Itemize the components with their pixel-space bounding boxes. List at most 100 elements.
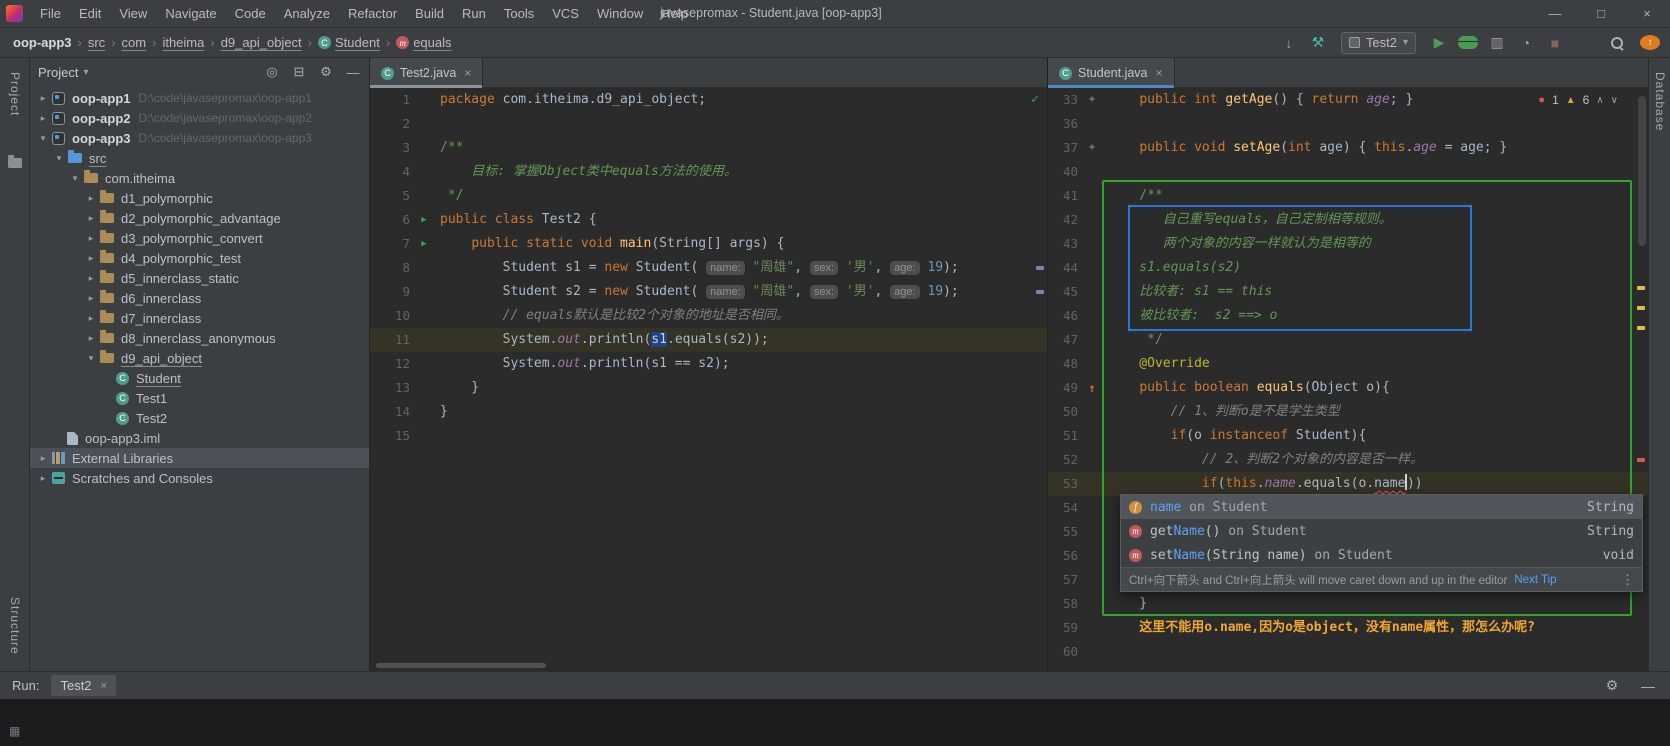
error-stripe-mark[interactable] xyxy=(1637,326,1645,330)
line-number[interactable]: 5 xyxy=(370,184,416,208)
maximize-button[interactable]: □ xyxy=(1578,0,1624,27)
search-everywhere-icon[interactable] xyxy=(1609,35,1629,51)
tree-chevron-icon[interactable]: ▸ xyxy=(36,93,50,104)
line-number[interactable]: 53 xyxy=(1048,472,1084,496)
line-number[interactable]: 41 xyxy=(1048,184,1084,208)
code-line[interactable]: 53 if(this.name.equals(o.name)) xyxy=(1048,472,1648,496)
line-number[interactable]: 50 xyxy=(1048,400,1084,424)
code-line[interactable]: 2 xyxy=(370,112,1047,136)
line-number[interactable]: 6 xyxy=(370,208,416,232)
breadcrumb-item-com[interactable]: com xyxy=(119,33,150,52)
tree-item-com-itheima[interactable]: ▾ com.itheima xyxy=(30,168,369,188)
code-line[interactable]: 13 } xyxy=(370,376,1047,400)
code-line[interactable]: 8 Student s1 = new Student( name: "周雄", … xyxy=(370,256,1047,280)
line-number[interactable]: 40 xyxy=(1048,160,1084,184)
tree-item-scratches-and-consoles[interactable]: ▸ Scratches and Consoles xyxy=(30,468,369,488)
completion-item[interactable]: setName(String name) on Student void xyxy=(1121,543,1642,567)
breadcrumb-item-src[interactable]: src xyxy=(85,33,108,52)
menu-analyze[interactable]: Analyze xyxy=(275,2,339,25)
line-number[interactable]: 54 xyxy=(1048,496,1084,520)
code-line[interactable]: 15 xyxy=(370,424,1047,448)
code-line[interactable]: 9 Student s2 = new Student( name: "周雄", … xyxy=(370,280,1047,304)
close-button[interactable]: × xyxy=(1624,0,1670,27)
code-line[interactable]: 40 xyxy=(1048,160,1648,184)
override-marker-icon[interactable]: ↑ xyxy=(1084,376,1100,400)
run-button[interactable]: ▶ xyxy=(1429,33,1449,53)
code-line[interactable]: 48 @Override xyxy=(1048,352,1648,376)
inspection-widget[interactable]: ● 1 ▲ 6 ∧ ∨ xyxy=(1538,93,1618,107)
commander-icon[interactable] xyxy=(8,155,22,168)
breadcrumb-item-equals[interactable]: equals xyxy=(393,33,454,52)
fold-marker-icon[interactable]: + xyxy=(1084,88,1100,112)
code-line[interactable]: 36 xyxy=(1048,112,1648,136)
error-stripe-mark[interactable] xyxy=(1036,290,1044,294)
tree-item-oop-app1[interactable]: ▸ oop-app1 D:\code\javasepromax\oop-app1 xyxy=(30,88,369,108)
menu-navigate[interactable]: Navigate xyxy=(156,2,225,25)
tree-item-oop-app2[interactable]: ▸ oop-app2 D:\code\javasepromax\oop-app2 xyxy=(30,108,369,128)
code-line[interactable]: 12 System.out.println(s1 == s2); xyxy=(370,352,1047,376)
code-line[interactable]: 47 */ xyxy=(1048,328,1648,352)
breadcrumb-item-d9_api_object[interactable]: d9_api_object xyxy=(218,33,305,52)
close-tab-icon[interactable]: × xyxy=(101,680,107,692)
code-line[interactable]: 7 ▶ public static void main(String[] args… xyxy=(370,232,1047,256)
next-issue-icon[interactable]: ∨ xyxy=(1611,95,1618,106)
menu-file[interactable]: File xyxy=(31,2,70,25)
close-tab-icon[interactable]: × xyxy=(1156,66,1163,80)
tree-item-d6-innerclass[interactable]: ▸ d6_innerclass xyxy=(30,288,369,308)
line-number[interactable]: 48 xyxy=(1048,352,1084,376)
line-number[interactable]: 52 xyxy=(1048,448,1084,472)
run-gutter-button[interactable]: ▶ xyxy=(416,232,432,256)
code-line[interactable]: 1 package com.itheima.d9_api_object; xyxy=(370,88,1047,112)
code-line[interactable]: 11 System.out.println(s1.equals(s2)); xyxy=(370,328,1047,352)
error-stripe-mark[interactable] xyxy=(1637,306,1645,310)
tree-item-d1-polymorphic[interactable]: ▸ d1_polymorphic xyxy=(30,188,369,208)
tab-test2-java[interactable]: Test2.java × xyxy=(370,58,484,88)
tree-chevron-icon[interactable]: ▸ xyxy=(84,253,98,264)
tree-item-test2[interactable]: Test2 xyxy=(30,408,369,428)
breadcrumb-item-oop-app3[interactable]: oop-app3 xyxy=(10,33,75,52)
line-number[interactable]: 10 xyxy=(370,304,416,328)
line-number[interactable]: 14 xyxy=(370,400,416,424)
line-number[interactable]: 45 xyxy=(1048,280,1084,304)
line-number[interactable]: 59 xyxy=(1048,616,1084,640)
prev-issue-icon[interactable]: ∧ xyxy=(1596,95,1603,106)
breadcrumb-item-itheima[interactable]: itheima xyxy=(159,33,207,52)
line-number[interactable]: 36 xyxy=(1048,112,1084,136)
code-line[interactable]: 45 比较者: s1 == this xyxy=(1048,280,1648,304)
line-number[interactable]: 15 xyxy=(370,424,416,448)
close-tab-icon[interactable]: × xyxy=(464,66,471,80)
code-line[interactable]: 41 /** xyxy=(1048,184,1648,208)
line-number[interactable]: 42 xyxy=(1048,208,1084,232)
code-line[interactable]: 43 两个对象的内容一样就认为是相等的 xyxy=(1048,232,1648,256)
project-panel-title[interactable]: Project xyxy=(38,65,78,80)
line-number[interactable]: 13 xyxy=(370,376,416,400)
run-config-select[interactable]: Test2 ▾ xyxy=(1340,31,1416,54)
code-line[interactable]: 10 // equals默认是比较2个对象的地址是否相同。 xyxy=(370,304,1047,328)
line-number[interactable]: 11 xyxy=(370,328,416,352)
menu-run[interactable]: Run xyxy=(453,2,495,25)
error-stripe-mark[interactable] xyxy=(1637,458,1645,462)
menu-build[interactable]: Build xyxy=(406,2,453,25)
line-number[interactable]: 8 xyxy=(370,256,416,280)
code-line[interactable]: 59 这里不能用o.name,因为o是object，没有name属性，那怎么办呢… xyxy=(1048,616,1648,640)
code-line[interactable]: 42 自己重写equals，自己定制相等规则。 xyxy=(1048,208,1648,232)
line-number[interactable]: 56 xyxy=(1048,544,1084,568)
tree-item-d2-polymorphic-advantage[interactable]: ▸ d2_polymorphic_advantage xyxy=(30,208,369,228)
line-number[interactable]: 51 xyxy=(1048,424,1084,448)
code-line[interactable]: 58 } xyxy=(1048,592,1648,616)
error-stripe-left[interactable] xyxy=(1033,88,1047,671)
tree-item-d9-api-object[interactable]: ▾ d9_api_object xyxy=(30,348,369,368)
tree-chevron-icon[interactable]: ▸ xyxy=(84,293,98,304)
breadcrumb-item-student[interactable]: Student xyxy=(315,33,383,52)
code-line[interactable]: 6 ▶ public class Test2 { xyxy=(370,208,1047,232)
line-number[interactable]: 55 xyxy=(1048,520,1084,544)
tree-chevron-icon[interactable]: ▸ xyxy=(84,333,98,344)
tree-item-d3-polymorphic-convert[interactable]: ▸ d3_polymorphic_convert xyxy=(30,228,369,248)
code-area-test2[interactable]: 1 package com.itheima.d9_api_object; 2 3 /**… xyxy=(370,88,1047,671)
code-line[interactable]: 14} xyxy=(370,400,1047,424)
run-gutter-button[interactable]: ▶ xyxy=(416,208,432,232)
code-line[interactable]: 52 // 2、判断2个对象的内容是否一样。 xyxy=(1048,448,1648,472)
code-line[interactable]: 4 目标: 掌握Object类中equals方法的使用。 xyxy=(370,160,1047,184)
run-tab-test2[interactable]: Test2 × xyxy=(51,675,116,696)
tree-item-test1[interactable]: Test1 xyxy=(30,388,369,408)
